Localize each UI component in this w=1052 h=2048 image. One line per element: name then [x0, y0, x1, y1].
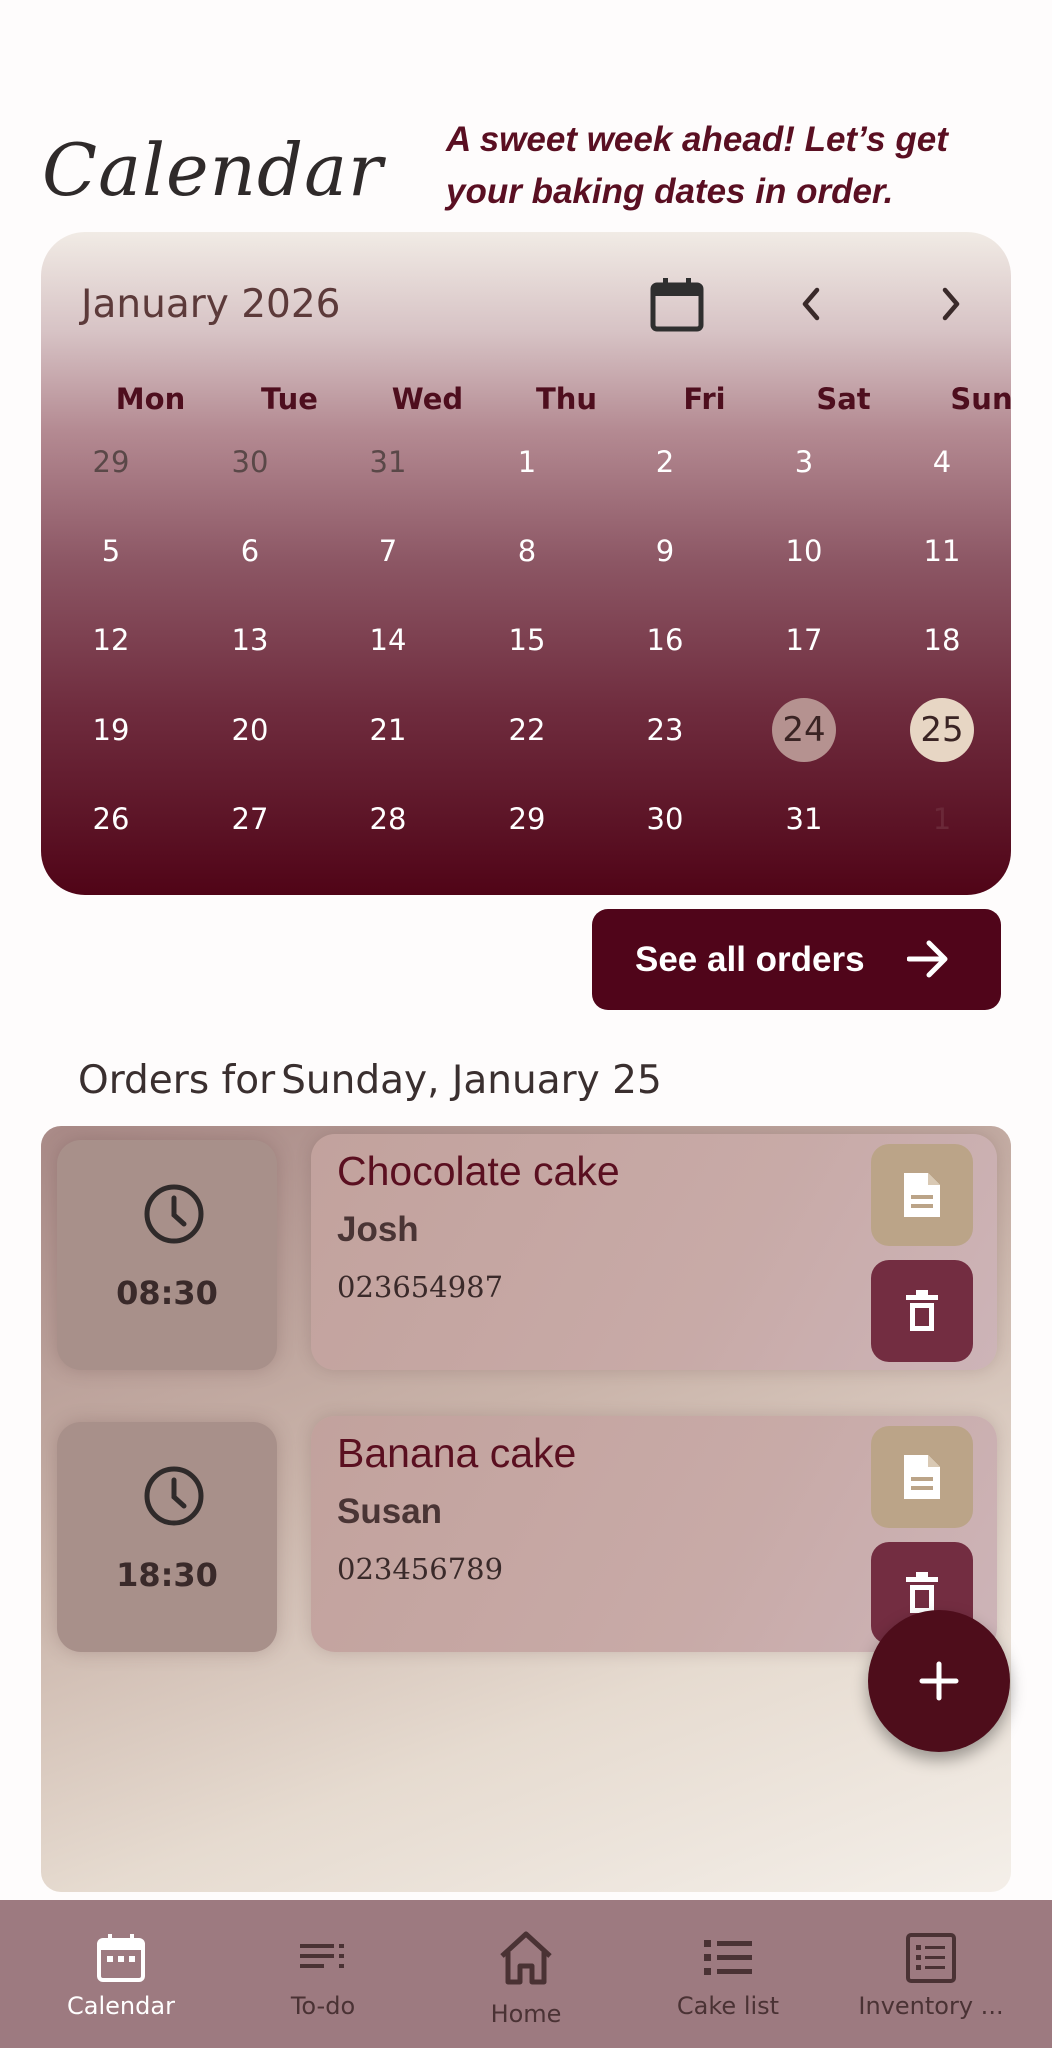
home-icon	[500, 1931, 552, 1985]
chevron-right-icon	[942, 287, 960, 321]
calendar-day[interactable]: 8	[495, 519, 559, 583]
calendar-day[interactable]: 30	[218, 430, 282, 494]
calendar-day[interactable]: 9	[633, 519, 697, 583]
calendar-day[interactable]: 3	[772, 430, 836, 494]
document-icon	[904, 1173, 940, 1217]
calendar-day[interactable]: 20	[218, 698, 282, 762]
calendar-day[interactable]: 30	[633, 787, 697, 851]
trash-icon	[906, 1572, 938, 1613]
order-details-button[interactable]	[871, 1426, 973, 1528]
calendar-day[interactable]: 1	[910, 787, 974, 851]
page-title: Calendar	[42, 128, 384, 212]
calendar-day[interactable]: 5	[79, 519, 143, 583]
see-all-orders-label: See all orders	[635, 939, 865, 979]
arrow-right-icon	[907, 940, 948, 978]
calendar-widget: January 2026 Mon Tue Wed Thu Fri Sat Sun…	[41, 232, 1013, 895]
weekday-label: Mon	[115, 382, 186, 416]
calendar-day[interactable]: 28	[356, 787, 420, 851]
calendar-day[interactable]: 16	[633, 608, 697, 672]
weekday-label: Fri	[683, 382, 726, 416]
nav-label: To-do	[290, 1992, 356, 2020]
weekday-label: Thu	[535, 382, 598, 416]
calendar-icon	[97, 1934, 145, 1982]
previous-month-button[interactable]	[787, 280, 835, 328]
bottom-navigation: Calendar To-do Home Cake list Inventory …	[0, 1900, 1052, 2048]
next-month-button[interactable]	[927, 280, 975, 328]
orders-heading-prefix: Orders for	[78, 1058, 276, 1103]
calendar-day[interactable]: 29	[495, 787, 559, 851]
clock-icon	[144, 1184, 204, 1244]
see-all-orders-button[interactable]: See all orders	[592, 909, 1001, 1010]
calendar-day[interactable]: 26	[79, 787, 143, 851]
calendar-day[interactable]: 1	[495, 430, 559, 494]
nav-label: Home	[490, 2000, 562, 2028]
calendar-day[interactable]: 27	[218, 787, 282, 851]
order-time-box: 08:30	[57, 1140, 277, 1370]
calendar-day[interactable]: 15	[495, 608, 559, 672]
calendar-day[interactable]: 31	[772, 787, 836, 851]
tagline: A sweet week ahead! Let’s get your bakin…	[446, 120, 948, 211]
nav-label: Cake list	[676, 1992, 780, 2020]
order-phone: 023456789	[337, 1552, 504, 1586]
calendar-day[interactable]: 18	[910, 608, 974, 672]
calendar-day[interactable]: 14	[356, 608, 420, 672]
order-cake-name: Banana cake	[337, 1430, 577, 1476]
calendar-day[interactable]: 22	[495, 698, 559, 762]
todo-list-icon	[300, 1944, 344, 1968]
weekday-label: Sun	[950, 382, 1013, 416]
order-customer: Susan	[337, 1492, 443, 1531]
calendar-day[interactable]: 7	[356, 519, 420, 583]
calendar-day[interactable]: 2	[633, 430, 697, 494]
weekday-header: Mon Tue Wed Thu Fri Sat Sun	[41, 382, 1013, 432]
calendar-day[interactable]: 21	[356, 698, 420, 762]
orders-heading-date: Sunday, January 25	[281, 1058, 662, 1103]
nav-item-cake-list[interactable]: Cake list	[623, 1900, 833, 2048]
trash-icon	[906, 1290, 938, 1331]
order-customer: Josh	[337, 1210, 419, 1249]
chevron-left-icon	[802, 287, 820, 321]
list-icon	[704, 1940, 752, 1975]
weekday-label: Wed	[391, 382, 464, 416]
add-order-button[interactable]	[868, 1610, 1010, 1752]
nav-label: Inventory ...	[858, 1992, 1004, 2020]
calendar-day[interactable]: 12	[79, 608, 143, 672]
calendar-picker-icon[interactable]	[649, 276, 705, 332]
nav-label: Calendar	[67, 1992, 175, 2020]
orders-heading: Orders for Sunday, January 25	[78, 1058, 662, 1103]
order-time: 18:30	[116, 1556, 218, 1594]
order-card[interactable]: Banana cake Susan 023456789	[311, 1416, 997, 1652]
month-label: January 2026	[81, 282, 341, 327]
clock-icon	[144, 1466, 204, 1526]
calendar-day[interactable]: 4	[910, 430, 974, 494]
calendar-day[interactable]: 13	[218, 608, 282, 672]
nav-item-todo[interactable]: To-do	[218, 1900, 428, 2048]
nav-item-inventory[interactable]: Inventory ...	[826, 1900, 1036, 2048]
plus-icon	[919, 1661, 959, 1701]
nav-item-home[interactable]: Home	[421, 1900, 631, 2048]
weekday-label: Sat	[816, 382, 871, 416]
order-cake-name: Chocolate cake	[337, 1148, 620, 1194]
calendar-day[interactable]: 11	[910, 519, 974, 583]
calendar-day[interactable]: 6	[218, 519, 282, 583]
order-card[interactable]: Chocolate cake Josh 023654987	[311, 1134, 997, 1370]
order-time-box: 18:30	[57, 1422, 277, 1652]
inventory-icon	[906, 1933, 956, 1983]
calendar-day[interactable]: 24	[772, 698, 836, 762]
document-icon	[904, 1455, 940, 1499]
calendar-day[interactable]: 25	[910, 698, 974, 762]
nav-item-calendar[interactable]: Calendar	[16, 1900, 226, 2048]
order-time: 08:30	[116, 1274, 218, 1312]
weekday-label: Tue	[261, 382, 318, 416]
delete-order-button[interactable]	[871, 1260, 973, 1362]
order-details-button[interactable]	[871, 1144, 973, 1246]
order-phone: 023654987	[337, 1270, 504, 1304]
calendar-day[interactable]: 19	[79, 698, 143, 762]
calendar-day[interactable]: 10	[772, 519, 836, 583]
calendar-day[interactable]: 17	[772, 608, 836, 672]
calendar-day[interactable]: 31	[356, 430, 420, 494]
calendar-day[interactable]: 29	[79, 430, 143, 494]
orders-list: 08:30 Chocolate cake Josh 023654987 18:3…	[41, 1126, 1011, 1892]
calendar-day[interactable]: 23	[633, 698, 697, 762]
